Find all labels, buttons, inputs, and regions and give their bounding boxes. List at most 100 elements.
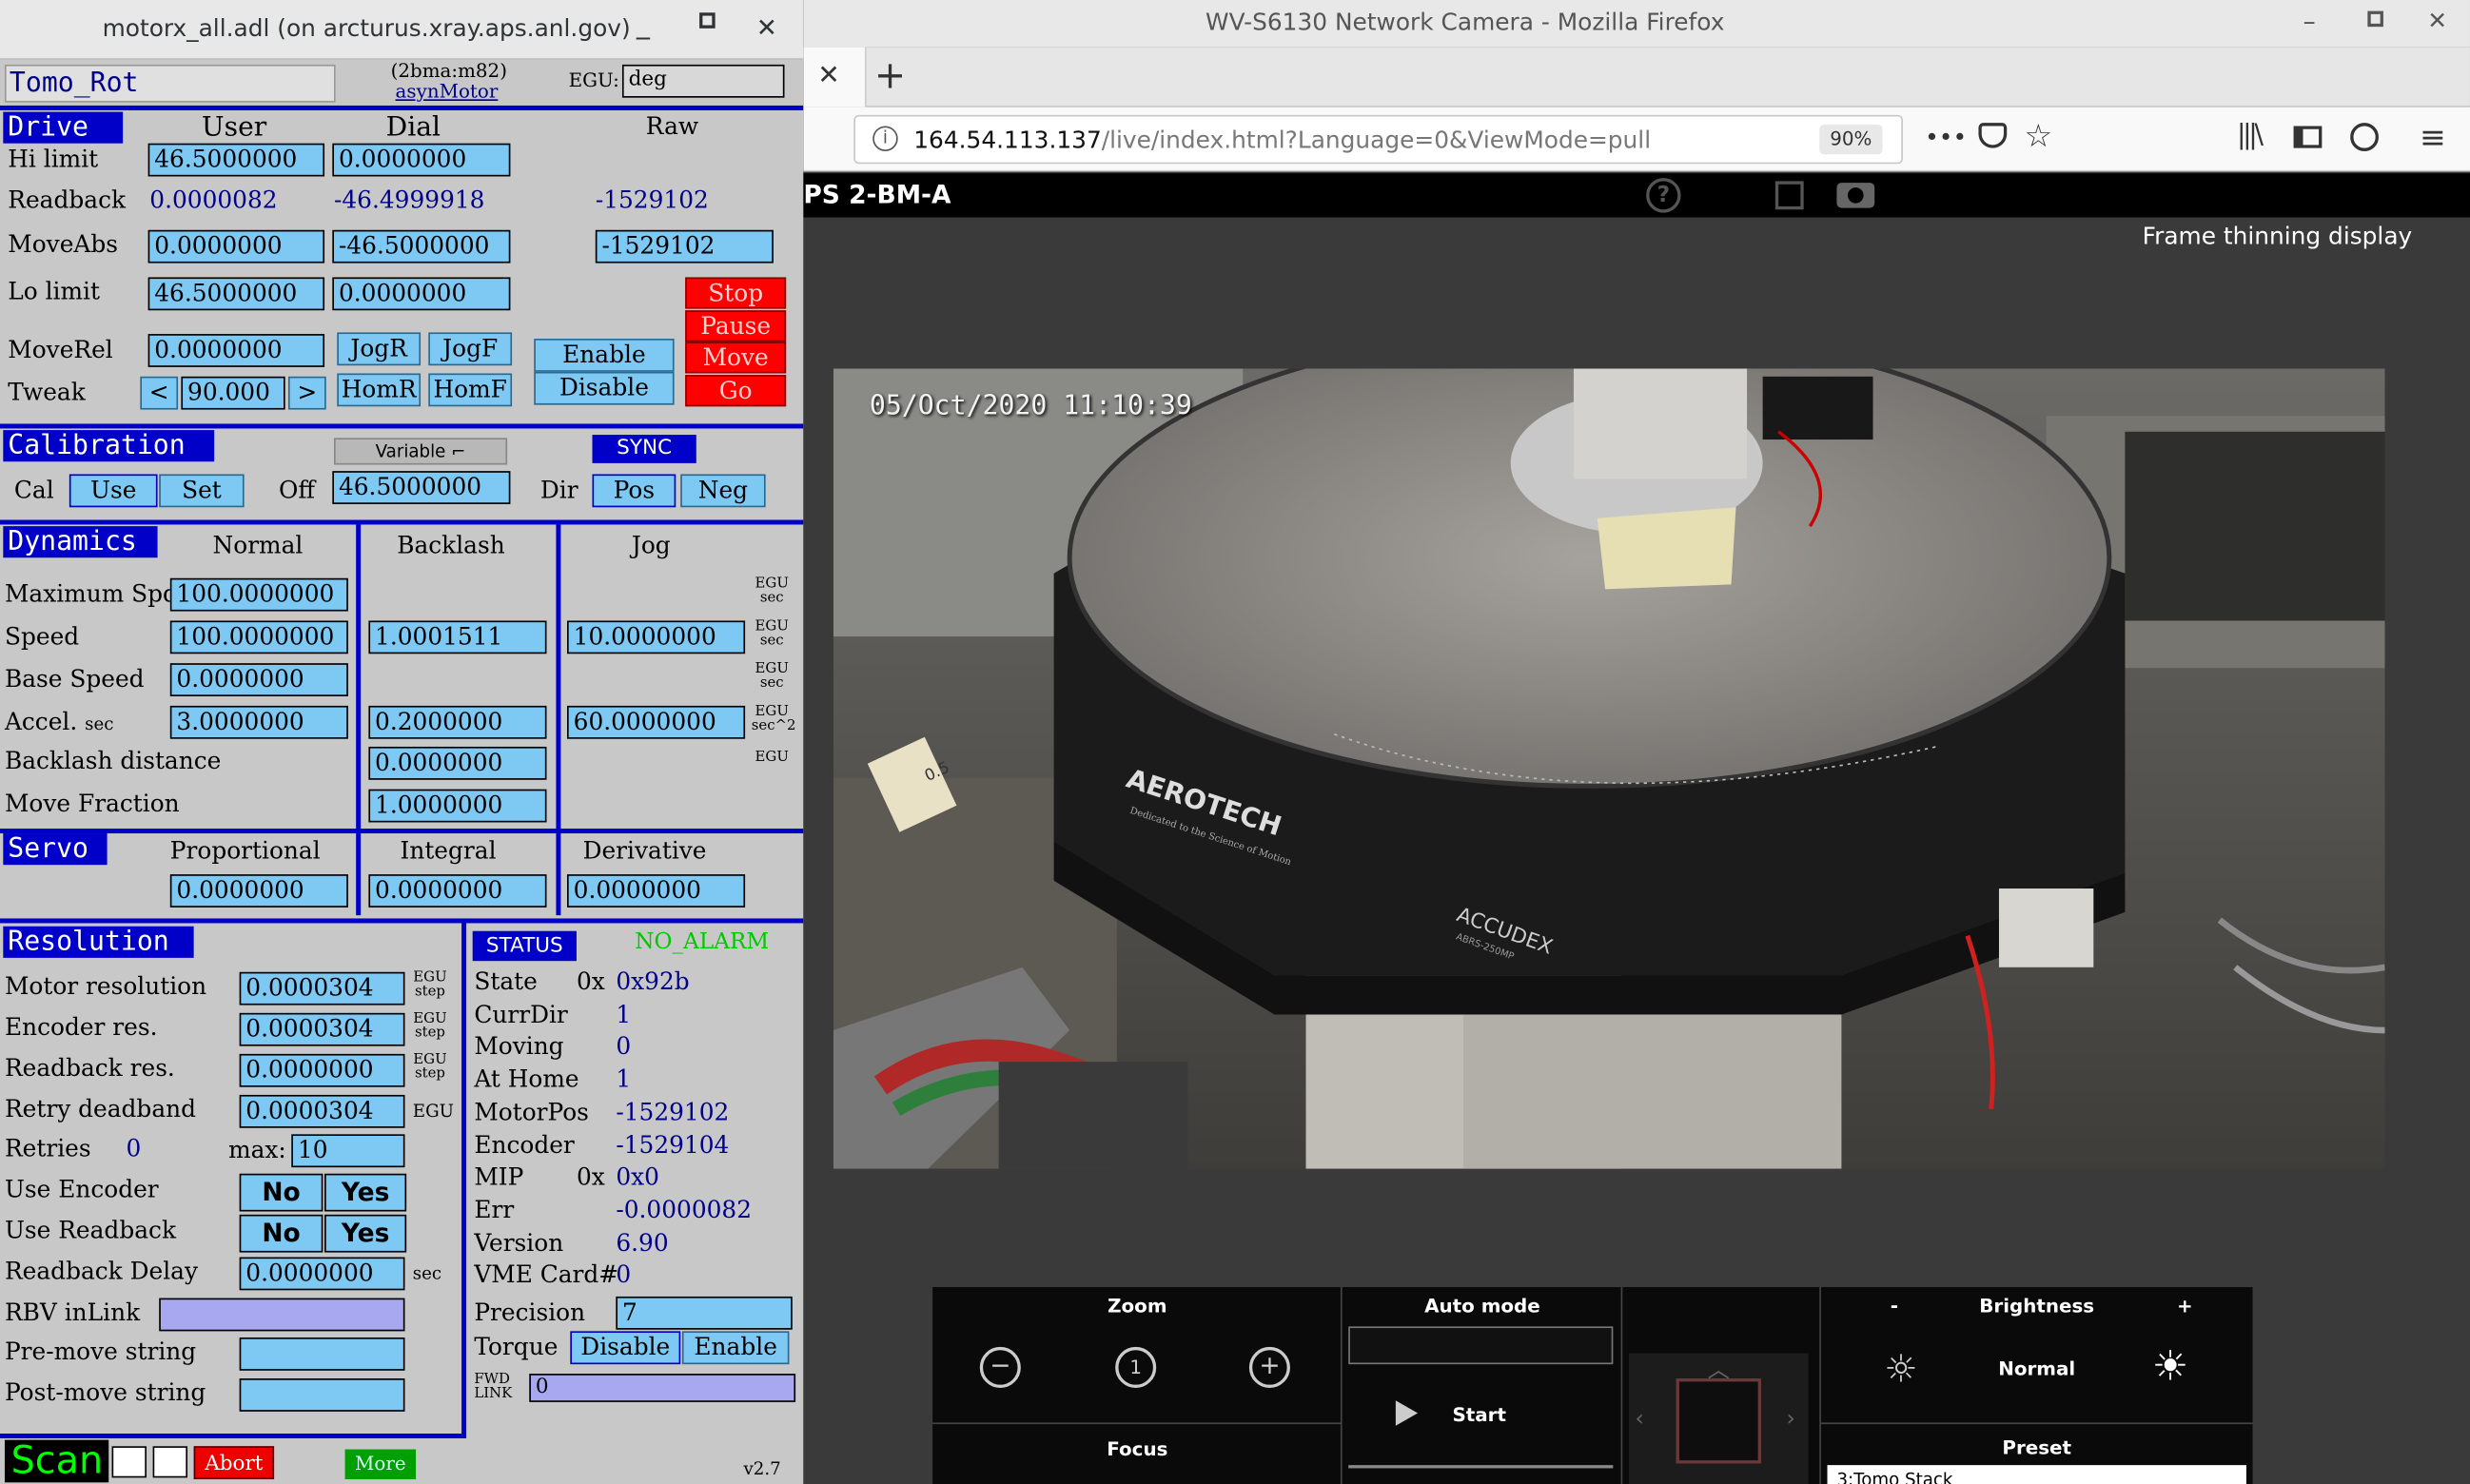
moveabs-raw[interactable]: -1529102	[595, 229, 774, 264]
hi-limit-user[interactable]: 46.5000000	[147, 143, 325, 177]
rbv-inlink-field[interactable]	[159, 1298, 405, 1332]
precision-field[interactable]: 7	[616, 1296, 793, 1330]
auto-mode-select[interactable]	[1348, 1326, 1614, 1365]
homf-button[interactable]: HomF	[428, 373, 513, 407]
use-encoder-yes-button[interactable]: Yes	[324, 1173, 407, 1212]
moveabs-user[interactable]: 0.0000000	[147, 229, 325, 264]
backlash-distance-field[interactable]: 0.0000000	[368, 746, 547, 780]
focus-slider[interactable]	[1348, 1465, 1614, 1469]
homr-button[interactable]: HomR	[337, 373, 421, 407]
tilt-up-icon[interactable]: ︿	[1708, 1354, 1730, 1385]
preset-select[interactable]: 3:Tomo Stack	[1827, 1465, 2246, 1484]
enable-button[interactable]: Enable	[534, 339, 675, 372]
more-button[interactable]: More	[344, 1449, 417, 1480]
jog-speed-field[interactable]: 10.0000000	[567, 620, 746, 654]
base-speed-field[interactable]: 0.0000000	[169, 663, 348, 696]
minimize-icon[interactable]: _	[637, 10, 650, 41]
move-fraction-field[interactable]: 1.0000000	[368, 789, 547, 823]
use-encoder-no-button[interactable]: No	[239, 1173, 323, 1212]
integral-field[interactable]: 0.0000000	[368, 874, 547, 908]
dir-pos-button[interactable]: Pos	[592, 474, 676, 508]
jogr-button[interactable]: JogR	[337, 332, 421, 366]
tweak-reverse-button[interactable]: <	[140, 376, 179, 410]
go-button[interactable]: Go	[685, 375, 787, 407]
accel-field[interactable]: 3.0000000	[169, 705, 348, 739]
zoom-out-icon[interactable]: −	[979, 1346, 1021, 1388]
bookmark-star-icon[interactable]: ☆	[2024, 117, 2052, 155]
encoder-res-field[interactable]: 0.0000304	[239, 1012, 405, 1046]
backlash-accel-field[interactable]: 0.2000000	[368, 705, 547, 739]
lo-limit-user[interactable]: 46.5000000	[147, 277, 325, 311]
readback-delay-field[interactable]: 0.0000000	[239, 1257, 405, 1291]
menu-icon[interactable]: ≡	[2420, 118, 2446, 156]
pan-tilt-center[interactable]	[1676, 1378, 1761, 1464]
zoom-in-icon[interactable]: +	[1248, 1346, 1290, 1388]
hi-limit-dial[interactable]: 0.0000000	[332, 143, 511, 177]
brightness-up-icon[interactable]: ☀	[2152, 1344, 2189, 1392]
pause-button[interactable]: Pause	[685, 310, 787, 342]
close-icon[interactable]: ✕	[756, 12, 777, 42]
scan-slot-1[interactable]	[111, 1446, 147, 1478]
page-actions-icon[interactable]: •••	[1925, 123, 1967, 151]
library-icon[interactable]: |||\	[2237, 120, 2264, 151]
maximize-icon[interactable]	[2367, 10, 2383, 28]
offset-field[interactable]: 46.5000000	[332, 471, 511, 504]
pan-left-icon[interactable]: ‹	[1636, 1407, 1644, 1432]
max-speed-field[interactable]: 100.0000000	[169, 577, 348, 612]
zoom-reset-icon[interactable]: 1	[1115, 1346, 1157, 1388]
move-button[interactable]: Move	[685, 342, 787, 374]
moveabs-dial[interactable]: -46.5000000	[332, 229, 511, 264]
cal-use-button[interactable]: Use	[69, 474, 158, 508]
use-readback-yes-button[interactable]: Yes	[324, 1214, 407, 1253]
close-tab-icon[interactable]: ✕	[817, 60, 840, 91]
info-icon[interactable]: i	[872, 126, 898, 151]
jog-accel-field[interactable]: 60.0000000	[567, 705, 746, 739]
fullscreen-icon[interactable]	[1774, 181, 1804, 210]
max-retries-field[interactable]: 10	[291, 1134, 405, 1168]
start-button[interactable]: Start	[1452, 1404, 1506, 1426]
jogf-button[interactable]: JogF	[428, 332, 513, 366]
tweak-forward-button[interactable]: >	[287, 376, 326, 410]
new-tab-icon[interactable]: +	[874, 53, 906, 97]
lo-limit-dial[interactable]: 0.0000000	[332, 277, 511, 311]
pre-move-field[interactable]	[239, 1337, 405, 1371]
proportional-field[interactable]: 0.0000000	[169, 874, 348, 908]
egu-field[interactable]: deg	[621, 64, 785, 98]
sync-button[interactable]: SYNC	[592, 435, 696, 463]
camera-image: AEROTECH Dedicated to the Science of Mot…	[833, 368, 2385, 1169]
pocket-icon[interactable]	[1978, 123, 2008, 148]
fwd-link-field[interactable]: 0	[529, 1374, 796, 1402]
abort-button[interactable]: Abort	[193, 1446, 275, 1480]
calibration-mode-select[interactable]: Variable ⌐	[333, 438, 508, 465]
url-bar[interactable]: i 164.54.113.137/live/index.html?Languag…	[853, 114, 1903, 165]
torque-enable-button[interactable]: Enable	[681, 1331, 790, 1365]
disable-button[interactable]: Disable	[534, 371, 675, 405]
scan-slot-2[interactable]	[152, 1446, 188, 1478]
start-icon[interactable]	[1395, 1400, 1419, 1426]
account-icon[interactable]	[2350, 123, 2379, 151]
derivative-field[interactable]: 0.0000000	[567, 874, 746, 908]
sidebar-icon[interactable]	[2293, 126, 2323, 148]
help-icon[interactable]: ?	[1646, 178, 1681, 213]
close-icon[interactable]: ✕	[2427, 7, 2447, 35]
post-move-field[interactable]	[239, 1378, 405, 1412]
snapshot-icon[interactable]	[1836, 183, 1875, 208]
zoom-indicator[interactable]: 90%	[1819, 124, 1883, 155]
use-readback-no-button[interactable]: No	[239, 1214, 323, 1253]
dir-neg-button[interactable]: Neg	[680, 474, 766, 508]
retry-deadband-field[interactable]: 0.0000304	[239, 1094, 405, 1128]
minimize-icon[interactable]: –	[2303, 7, 2316, 36]
backlash-speed-field[interactable]: 1.0001511	[368, 620, 547, 654]
brightness-plus-button[interactable]: +	[2177, 1295, 2193, 1317]
moverel-user[interactable]: 0.0000000	[147, 334, 325, 367]
maximize-icon[interactable]	[699, 12, 716, 29]
tweak-value[interactable]: 90.000	[181, 376, 285, 410]
scan-button[interactable]: Scan	[4, 1439, 109, 1483]
torque-disable-button[interactable]: Disable	[570, 1331, 681, 1365]
cal-set-button[interactable]: Set	[159, 474, 245, 508]
readback-res-field[interactable]: 0.0000000	[239, 1053, 405, 1087]
motor-resolution-field[interactable]: 0.0000304	[239, 971, 405, 1006]
stop-button[interactable]: Stop	[685, 277, 787, 309]
speed-field[interactable]: 100.0000000	[169, 620, 348, 654]
pan-right-icon[interactable]: ›	[1786, 1407, 1794, 1432]
